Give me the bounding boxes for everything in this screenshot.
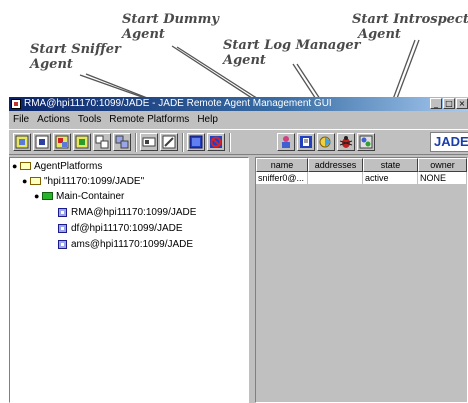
tree-node-agent-df[interactable]: df@hpi11170:1099/JADE [58,222,183,235]
cell-name: sniffer0@... [256,172,308,185]
cell-owner: NONE [418,172,467,185]
cell-addresses [308,172,363,185]
jade-logo: JADE [430,132,468,152]
tree-node-agent-ams[interactable]: ams@hpi11170:1099/JADE [58,238,193,251]
folder-icon [30,177,41,186]
migrate-agent-icon [95,135,109,149]
callout-start-dummy-agent: Start Dummy Agent [122,12,219,42]
toolbar-separator [135,133,137,152]
column-header-state[interactable]: state [363,158,418,172]
callout-log-manager-agent-word: Agent [223,53,266,68]
save-container-button[interactable] [140,133,158,151]
agent-icon [58,223,67,233]
suspend-agent-button[interactable] [53,133,71,151]
expand-handle-icon[interactable]: ● [22,175,30,188]
resume-agent-icon [75,135,89,149]
expand-handle-icon[interactable]: ● [12,160,20,173]
close-button[interactable]: × [456,98,468,109]
rma-window: RMA@hpi11170:1099/JADE - JADE Remote Age… [9,97,468,403]
callout-line-2: Agent [30,57,73,72]
remote-platform-icon [189,135,203,149]
tree-node-agent-rma[interactable]: RMA@hpi11170:1099/JADE [58,206,196,219]
window-title: RMA@hpi11170:1099/JADE - JADE Remote Age… [24,98,332,109]
tree-label: ams@hpi11170:1099/JADE [71,239,194,250]
folder-icon [20,162,31,171]
callout-start-sniffer-agent: Start Sniffer Agent [30,42,121,72]
tree-node-agent-platforms[interactable]: ● AgentPlatforms [12,160,102,173]
callout-line-1: Start Introspect [352,12,468,27]
callout-start-log-manager: Start Log Manager [223,38,361,53]
tree-label: "hpi11170:1099/JADE" [44,176,145,187]
menu-help[interactable]: Help [193,112,222,127]
tree-label: df@hpi11170:1099/JADE [71,223,183,234]
migrate-agent-button[interactable] [93,133,111,151]
log-manager-icon [300,136,312,148]
agent-icon [58,207,67,217]
menu-actions[interactable]: Actions [33,112,74,127]
new-agent-icon [15,135,29,149]
callout-line-2: Agent [122,27,165,42]
configure-button[interactable] [357,133,375,151]
kill-agent-icon [35,135,49,149]
load-agent-icon [162,135,176,149]
tree-node-platform[interactable]: ● "hpi11170:1099/JADE" [22,175,144,188]
column-header-owner[interactable]: owner [418,158,467,172]
title-bar[interactable]: RMA@hpi11170:1099/JADE - JADE Remote Age… [9,97,468,111]
callout-introspector-agent-word: Agent [358,27,401,42]
new-agent-button[interactable] [13,133,31,151]
maximize-button[interactable]: □ [443,98,455,109]
toolbar: JADE [9,129,468,155]
dummy-agent-icon [282,136,290,148]
table-row[interactable]: sniffer0@... active NONE [256,172,467,185]
app-icon [11,99,21,109]
kill-agent-button[interactable] [33,133,51,151]
agent-tree-panel: ● AgentPlatforms ● "hpi11170:1099/JADE" ● M… [9,157,249,403]
stop-icon [210,136,222,148]
clone-agent-button[interactable] [113,133,131,151]
expand-handle-icon[interactable]: ● [34,190,42,203]
configure-icon [359,135,373,149]
container-folder-icon [42,192,53,201]
stop-button[interactable] [207,133,225,151]
start-sniffer-button[interactable] [317,133,335,151]
menu-remote-platforms[interactable]: Remote Platforms [105,112,193,127]
agent-icon [58,239,67,249]
callout-start-introspector-agent: Start Introspect [352,12,468,27]
tree-node-main-container[interactable]: ● Main-Container [34,190,124,203]
table-empty-area [256,185,467,402]
tree-label: Main-Container [56,191,125,202]
load-agent-button[interactable] [160,133,178,151]
introspector-icon [339,136,353,148]
menu-tools[interactable]: Tools [74,112,105,127]
toolbar-separator [182,133,184,152]
callout-line-2: Agent [223,53,266,68]
agent-table: name addresses state owner sniffer0@... … [255,157,468,403]
toolbar-separator [229,133,231,152]
menu-bar: File Actions Tools Remote Platforms Help [9,112,468,127]
cell-state: active [363,172,418,185]
callout-line-1: Start Dummy [122,12,219,27]
callout-line-2: Agent [358,27,401,42]
tree-label: AgentPlatforms [34,161,103,172]
window-controls: _ □ × [430,98,468,109]
suspend-agent-icon [55,135,69,149]
start-dummy-agent-button[interactable] [277,133,295,151]
table-header: name addresses state owner [256,158,467,172]
tree-label: RMA@hpi11170:1099/JADE [71,207,197,218]
menu-file[interactable]: File [9,112,33,127]
sniffer-icon [319,136,331,148]
callout-line-1: Start Sniffer [30,42,121,57]
clone-agent-icon [115,135,129,149]
start-log-manager-button[interactable] [297,133,315,151]
jade-logo-text: JADE [434,134,468,149]
start-introspector-button[interactable] [337,133,355,151]
callout-line-1: Start Log Manager [223,38,361,53]
save-container-icon [142,137,156,147]
minimize-button[interactable]: _ [430,98,442,109]
column-header-addresses[interactable]: addresses [308,158,363,172]
resume-agent-button[interactable] [73,133,91,151]
remote-platform-button[interactable] [187,133,205,151]
column-header-name[interactable]: name [256,158,308,172]
